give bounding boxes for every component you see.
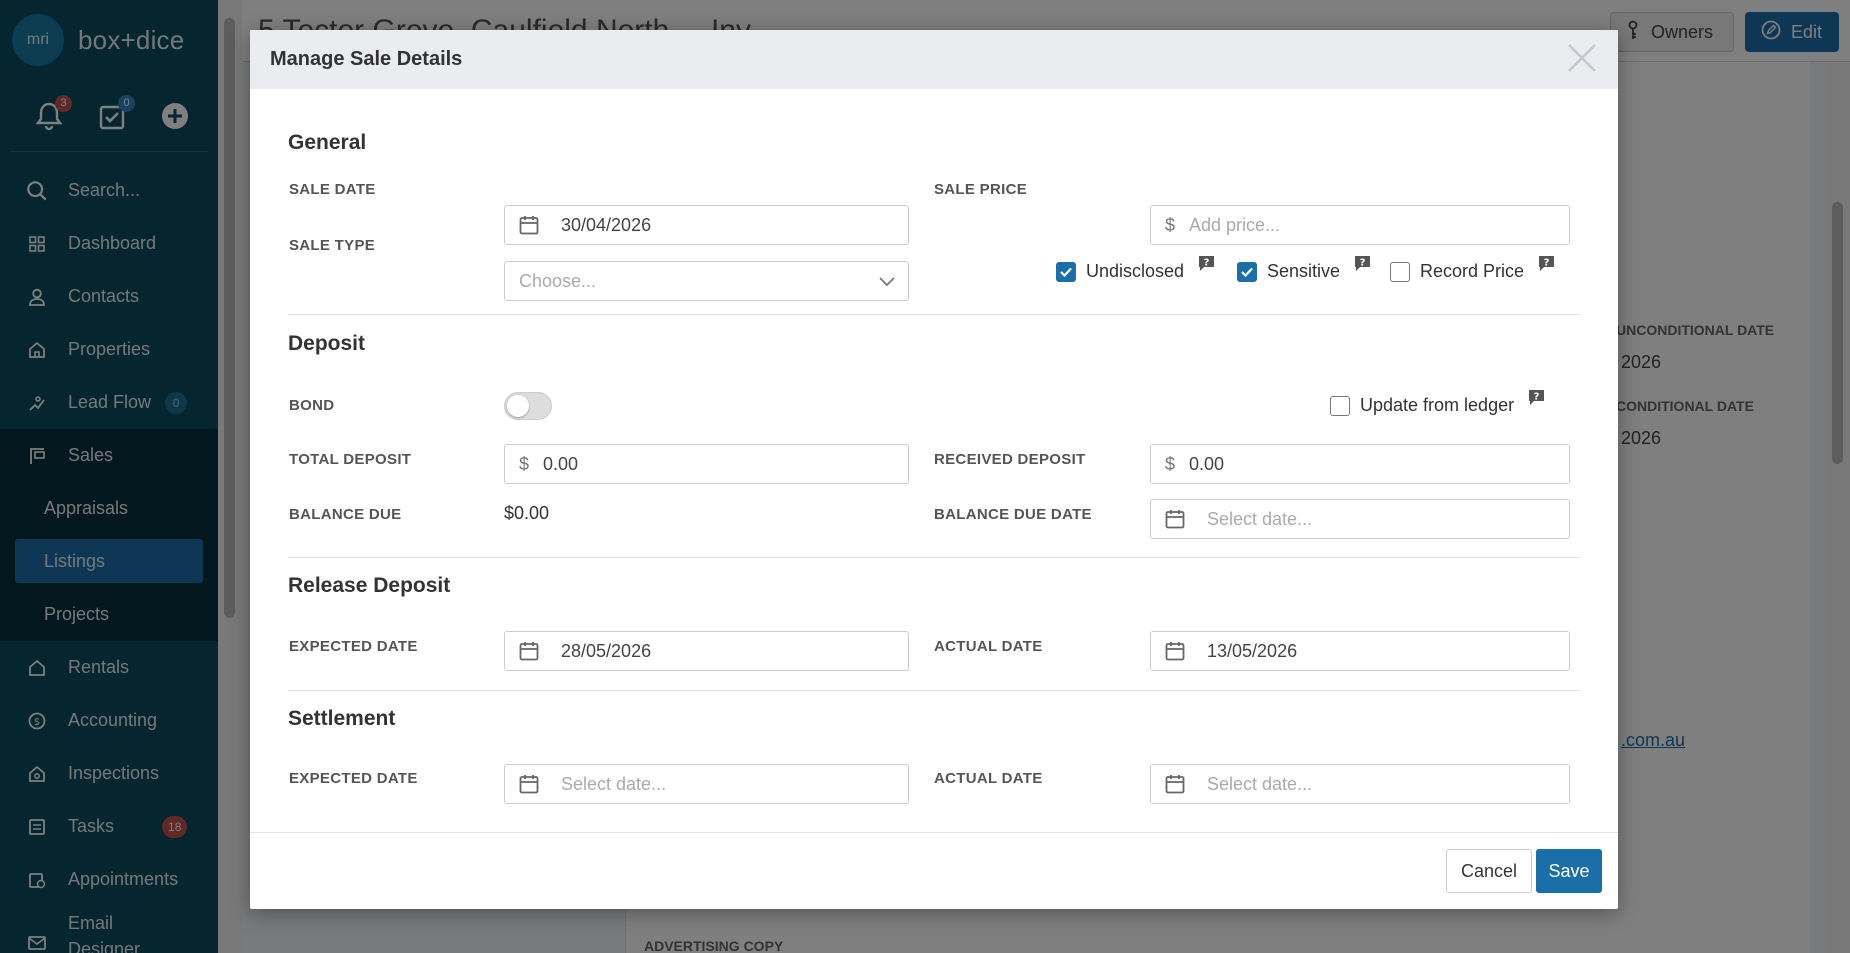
sale-price-field[interactable]: $ Add price... [1150, 205, 1570, 245]
balance-due-date-field[interactable]: Select date... [1150, 499, 1570, 539]
currency-symbol: $ [1165, 453, 1176, 474]
calendar-icon [519, 215, 541, 235]
release-actual-date-label: ACTUAL DATE [934, 638, 1043, 655]
settlement-actual-date-label: ACTUAL DATE [934, 770, 1043, 787]
balance-due-date-placeholder: Select date... [1207, 508, 1313, 529]
update-from-ledger-label: Update from ledger [1360, 395, 1515, 415]
record-price-label: Record Price [1420, 261, 1525, 281]
section-divider [288, 690, 1581, 691]
help-question-icon[interactable]: ? [1354, 255, 1371, 272]
bond-toggle[interactable] [504, 392, 552, 420]
sale-date-field[interactable]: 30/04/2026 [504, 205, 909, 245]
deposit-section-title: Deposit [288, 332, 366, 355]
calendar-icon [1165, 641, 1187, 661]
settlement-actual-date-field[interactable]: Select date... [1150, 764, 1570, 804]
release-actual-date-value: 13/05/2026 [1207, 640, 1298, 661]
sale-type-select[interactable]: Choose... [504, 261, 909, 301]
settlement-actual-date-placeholder: Select date... [1207, 773, 1313, 794]
sale-date-label: SALE DATE [289, 181, 376, 198]
undisclosed-checkbox[interactable]: Undisclosed ? [1056, 256, 1215, 282]
modal-footer: Cancel Save [250, 832, 1618, 909]
currency-symbol: $ [1165, 214, 1176, 235]
release-expected-date-label: EXPECTED DATE [289, 638, 418, 655]
sale-type-label: SALE TYPE [289, 237, 376, 254]
balance-due-label: BALANCE DUE [289, 506, 402, 523]
cancel-button[interactable]: Cancel [1446, 849, 1532, 893]
calendar-icon [1165, 509, 1187, 529]
help-question-icon[interactable]: ? [1528, 389, 1545, 406]
svg-text:?: ? [1204, 258, 1210, 269]
section-divider [288, 557, 1581, 558]
settlement-expected-date-field[interactable]: Select date... [504, 764, 909, 804]
save-button[interactable]: Save [1536, 849, 1602, 893]
checkbox-checked-icon [1056, 261, 1076, 282]
sale-price-label: SALE PRICE [934, 181, 1028, 198]
settlement-section-title: Settlement [288, 707, 396, 730]
received-deposit-value: 0.00 [1189, 453, 1225, 474]
settlement-expected-date-label: EXPECTED DATE [289, 770, 418, 787]
svg-text:?: ? [1544, 258, 1550, 269]
section-divider [288, 314, 1581, 315]
sale-date-value: 30/04/2026 [561, 214, 652, 235]
release-expected-date-field[interactable]: 28/05/2026 [504, 631, 909, 671]
sale-type-placeholder: Choose... [519, 270, 597, 291]
calendar-icon [519, 641, 541, 661]
received-deposit-field[interactable]: $ 0.00 [1150, 444, 1570, 484]
close-icon[interactable] [1564, 40, 1600, 76]
total-deposit-label: TOTAL DEPOSIT [289, 451, 412, 468]
calendar-icon [1165, 774, 1187, 794]
release-deposit-section-title: Release Deposit [288, 574, 451, 597]
modal-body: General SALE DATE 30/04/2026 SALE PRICE … [250, 89, 1618, 833]
help-question-icon[interactable]: ? [1198, 255, 1215, 272]
sensitive-checkbox[interactable]: Sensitive ? [1237, 256, 1371, 282]
modal-header: Manage Sale Details [250, 30, 1618, 89]
calendar-icon [519, 774, 541, 794]
release-actual-date-field[interactable]: 13/05/2026 [1150, 631, 1570, 671]
chevron-down-icon [878, 272, 896, 295]
modal-title: Manage Sale Details [270, 48, 463, 70]
total-deposit-field[interactable]: $ 0.00 [504, 444, 909, 484]
settlement-expected-date-placeholder: Select date... [561, 773, 667, 794]
balance-due-value: $0.00 [504, 503, 550, 523]
bond-label: BOND [289, 397, 335, 414]
release-expected-date-value: 28/05/2026 [561, 640, 652, 661]
svg-text:?: ? [1534, 392, 1540, 403]
undisclosed-label: Undisclosed [1086, 261, 1185, 281]
record-price-checkbox[interactable]: Record Price ? [1390, 256, 1555, 282]
manage-sale-details-modal: Manage Sale Details General SALE DATE 30… [250, 30, 1618, 909]
balance-due-date-label: BALANCE DUE DATE [934, 506, 1092, 523]
checkbox-unchecked-icon [1390, 261, 1410, 282]
checkbox-checked-icon [1237, 261, 1257, 282]
update-from-ledger-checkbox[interactable]: Update from ledger ? [1330, 390, 1545, 416]
sale-price-placeholder: Add price... [1189, 214, 1281, 235]
received-deposit-label: RECEIVED DEPOSIT [934, 451, 1086, 468]
currency-symbol: $ [519, 453, 530, 474]
sensitive-label: Sensitive [1267, 261, 1341, 281]
checkbox-unchecked-icon [1330, 395, 1350, 416]
help-question-icon[interactable]: ? [1538, 255, 1555, 272]
general-section-title: General [288, 131, 367, 154]
svg-text:?: ? [1360, 258, 1366, 269]
total-deposit-value: 0.00 [543, 453, 579, 474]
